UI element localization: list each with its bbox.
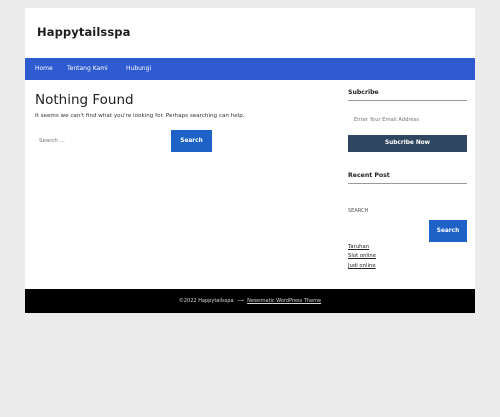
footer-credits: ©2022 Happytailsspa ⟶ Newsmatic WordPres… bbox=[25, 289, 475, 313]
search-form: Search bbox=[35, 130, 225, 152]
recent-post-widget-title: Recent Post bbox=[348, 172, 390, 179]
nav-item-tentang-kami[interactable]: Tentang Kami bbox=[67, 58, 108, 80]
search-button[interactable]: Search bbox=[171, 130, 212, 152]
site-footer: ©2022 Happytailsspa ⟶ Newsmatic WordPres… bbox=[25, 289, 475, 313]
recent-post-link[interactable]: Judi online bbox=[348, 263, 376, 269]
not-found-message: It seems we can't find what you're looki… bbox=[35, 113, 245, 119]
sidebar-search-button[interactable]: Search bbox=[429, 220, 467, 242]
search-label: SEARCH bbox=[348, 208, 369, 214]
subscribe-button[interactable]: Subcribe Now bbox=[348, 135, 467, 152]
page-container: Happytailsspa Home Tentang Kami Hubungi … bbox=[25, 8, 475, 313]
main-navigation: Home Tentang Kami Hubungi bbox=[25, 58, 475, 80]
copyright-text: ©2022 Happytailsspa bbox=[178, 298, 234, 304]
site-header: Happytailsspa bbox=[25, 8, 475, 58]
site-title[interactable]: Happytailsspa bbox=[37, 25, 130, 39]
nav-item-home[interactable]: Home bbox=[35, 58, 53, 80]
main-content: Nothing Found It seems we can't find wha… bbox=[35, 92, 335, 152]
arrow-separator-icon: ⟶ bbox=[236, 298, 244, 304]
divider bbox=[348, 100, 467, 101]
nav-item-hubungi[interactable]: Hubungi bbox=[126, 58, 151, 80]
theme-credit-link[interactable]: Newsmatic WordPress Theme bbox=[247, 298, 321, 304]
divider bbox=[348, 183, 467, 184]
search-input[interactable] bbox=[35, 130, 171, 152]
email-field[interactable] bbox=[348, 111, 467, 129]
recent-post-link[interactable]: Taruhan bbox=[348, 244, 369, 250]
subscribe-widget-title: Subcribe bbox=[348, 89, 379, 96]
page-title: Nothing Found bbox=[35, 92, 134, 108]
recent-post-link[interactable]: Slot online bbox=[348, 253, 376, 259]
